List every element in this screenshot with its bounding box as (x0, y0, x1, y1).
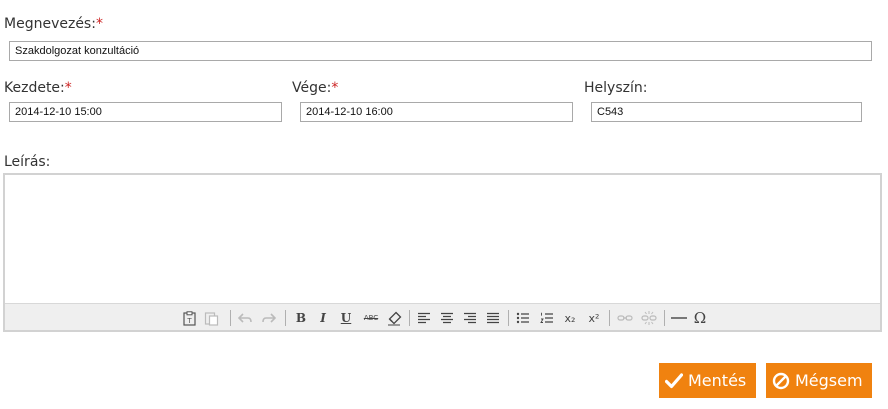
bulleted-list-icon[interactable] (515, 310, 531, 326)
required-mark: * (64, 80, 72, 96)
ban-icon (772, 372, 790, 390)
toolbar-separator (409, 310, 410, 326)
align-center-icon[interactable] (439, 310, 455, 326)
location-label: Helyszín: (584, 80, 648, 96)
end-label: Vége:* (292, 80, 339, 96)
undo-icon[interactable] (237, 310, 253, 326)
link-icon[interactable] (617, 310, 633, 326)
editor-toolbar: T B I U ABC x₂ x² Ω (5, 303, 880, 330)
toolbar-separator (609, 310, 610, 326)
special-character-button[interactable]: Ω (692, 309, 708, 327)
align-justify-icon[interactable] (485, 310, 501, 326)
start-label: Kezdete:* (4, 80, 72, 96)
checkmark-icon (665, 372, 683, 389)
superscript-button[interactable]: x² (586, 310, 602, 326)
unlink-icon[interactable] (641, 310, 657, 326)
underline-button[interactable]: U (338, 310, 354, 326)
strikethrough-button[interactable]: ABC (360, 310, 382, 326)
italic-button[interactable]: I (315, 310, 331, 326)
toolbar-separator (508, 310, 509, 326)
cancel-button-label: Mégsem (795, 371, 863, 390)
name-label: Megnevezés:* (4, 16, 103, 32)
paste-word-icon[interactable] (203, 310, 219, 326)
align-left-icon[interactable] (416, 310, 432, 326)
required-mark: * (95, 16, 103, 32)
remove-format-icon[interactable] (386, 310, 402, 326)
svg-text:T: T (186, 317, 192, 325)
paste-text-icon[interactable]: T (181, 310, 197, 326)
description-label: Leírás: (4, 154, 51, 170)
rich-text-editor: T B I U ABC x₂ x² Ω (3, 173, 882, 332)
toolbar-separator (285, 310, 286, 326)
save-button[interactable]: Mentés (659, 363, 756, 398)
subscript-button[interactable]: x₂ (562, 310, 578, 326)
end-input[interactable] (300, 102, 573, 122)
toolbar-separator (664, 310, 665, 326)
save-button-label: Mentés (688, 371, 747, 390)
name-input[interactable] (9, 41, 872, 61)
start-input[interactable] (9, 102, 282, 122)
redo-icon[interactable] (261, 310, 277, 326)
location-input[interactable] (591, 102, 862, 122)
numbered-list-icon[interactable] (539, 310, 555, 326)
cancel-button[interactable]: Mégsem (766, 363, 872, 398)
bold-button[interactable]: B (293, 310, 309, 326)
align-right-icon[interactable] (462, 310, 478, 326)
horizontal-rule-icon[interactable] (669, 310, 689, 326)
toolbar-separator (230, 310, 231, 326)
required-mark: * (331, 80, 339, 96)
editor-content-area[interactable] (5, 175, 880, 303)
